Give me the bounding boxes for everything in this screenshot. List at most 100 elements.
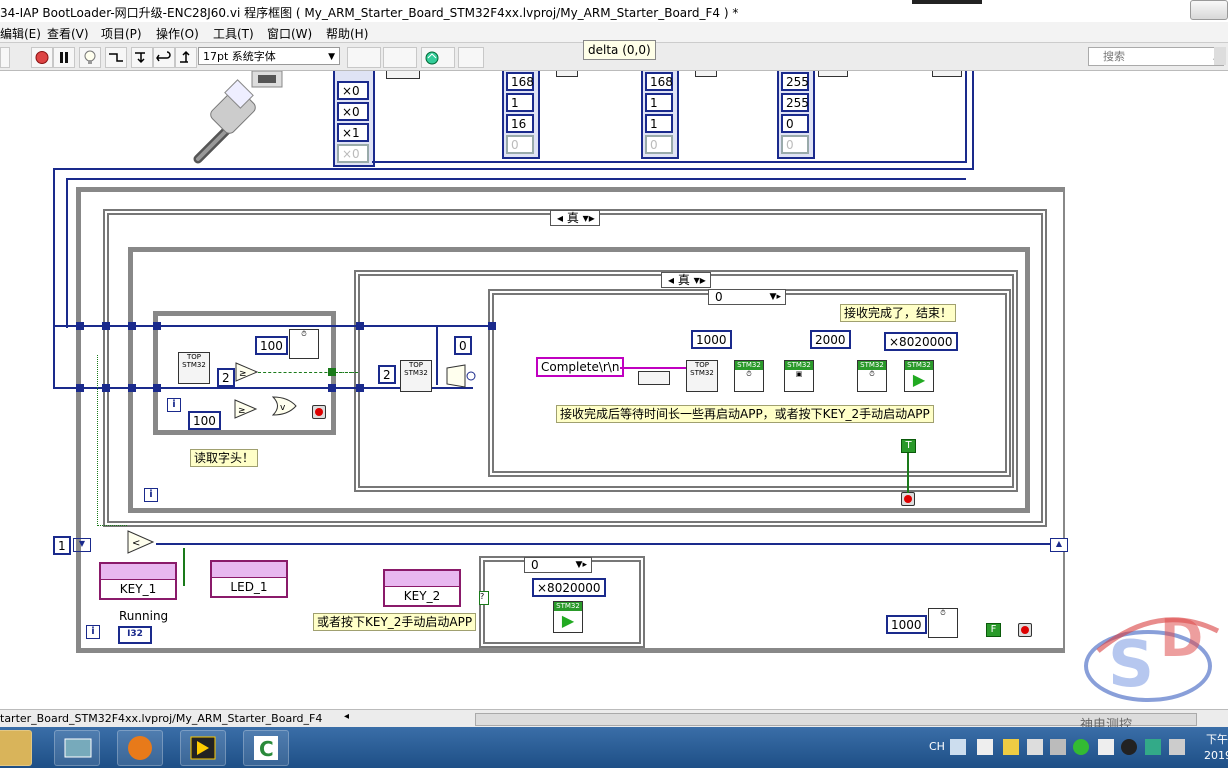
network-icon[interactable] (1050, 739, 1066, 755)
wechat-icon[interactable] (1073, 739, 1089, 755)
array-constant-4[interactable]: 255 255 0 0 (777, 71, 815, 159)
array-element[interactable]: 168 (506, 72, 534, 91)
tcp-read-node[interactable]: TOP STM32 (178, 352, 210, 384)
menu-help[interactable]: 帮助(H) (326, 25, 368, 42)
input-language[interactable]: CH (929, 740, 945, 753)
string-constant-complete[interactable]: Complete\r\n (536, 357, 625, 377)
false-constant[interactable]: F (986, 623, 1001, 637)
scroll-up-arrow-icon[interactable] (1214, 47, 1226, 65)
array-element[interactable]: 16 (506, 114, 534, 133)
constant-100[interactable]: 100 (255, 336, 288, 355)
array-element[interactable]: ×0 (337, 102, 369, 121)
array-element[interactable]: 255 (781, 72, 809, 91)
subvi-node[interactable] (818, 71, 848, 77)
tray-icon[interactable] (1003, 739, 1019, 755)
align-objects-icon[interactable] (347, 47, 381, 68)
case-selector-key2[interactable]: 0 ▼▸ (524, 557, 592, 573)
array-constant-2[interactable]: 168 1 16 0 (502, 71, 540, 159)
stm32-jump-app-node[interactable]: STM32 ▶ (553, 601, 583, 633)
array-element[interactable]: ×0 (337, 81, 369, 100)
chevron-left-icon[interactable]: ◂ (344, 711, 349, 722)
array-element[interactable]: 0 (506, 135, 534, 154)
subvi-node[interactable] (386, 71, 420, 79)
stm32-wait-node[interactable]: STM32 ⏱ (857, 360, 887, 392)
wait-ms-icon[interactable]: ⏱ (928, 608, 958, 638)
greater-equal-icon[interactable]: ≥ (235, 362, 259, 382)
array-element[interactable]: 255 (781, 93, 809, 112)
highlight-bulb-icon[interactable] (79, 47, 101, 68)
stm32-wait-node[interactable]: STM32 ⏱ (734, 360, 764, 392)
stm32-jump-app-node[interactable]: STM32 ▶ (904, 360, 934, 392)
qq-icon[interactable] (1121, 739, 1137, 755)
taskbar-camtasia-icon[interactable]: C (243, 730, 289, 766)
constant-100[interactable]: 100 (188, 411, 221, 430)
case-selector-inner[interactable]: ◂ 真 ▾▸ (661, 272, 711, 288)
string-length-node[interactable] (638, 371, 670, 385)
taskbar-pdf-icon[interactable] (117, 730, 163, 766)
stop-terminal[interactable] (1018, 623, 1032, 637)
array-constant-1[interactable]: ×0 ×0 ×1 ×0 (333, 71, 375, 167)
reorder-icon[interactable] (421, 47, 455, 68)
search-input[interactable]: 搜索⌕ (1088, 47, 1224, 66)
step-into-icon[interactable] (131, 47, 153, 68)
taskbar-folder-icon[interactable] (0, 730, 32, 766)
distribute-objects-icon[interactable] (383, 47, 417, 68)
constant-2[interactable]: 2 (217, 368, 235, 387)
stop-terminal[interactable] (901, 492, 915, 506)
constant-0[interactable]: 0 (454, 336, 472, 355)
true-constant[interactable]: T (901, 439, 916, 453)
tray-icon[interactable] (1027, 739, 1043, 755)
menu-view[interactable]: 查看(V) (47, 25, 89, 42)
menu-edit[interactable]: 编辑(E) (0, 25, 41, 42)
signal-icon[interactable] (1169, 739, 1185, 755)
tcp-read-node[interactable]: TOP STM32 (400, 360, 432, 392)
keyboard-icon[interactable] (950, 739, 966, 755)
stm32-node[interactable] (932, 71, 962, 77)
subvi-node[interactable] (556, 71, 578, 77)
less-than-icon[interactable]: < (127, 530, 155, 554)
tray-icon[interactable] (977, 739, 993, 755)
array-constant-3[interactable]: 168 1 1 0 (641, 71, 679, 159)
array-element[interactable]: 1 (645, 114, 673, 133)
case-selector-numeric[interactable]: 0 ▼▸ (708, 289, 786, 305)
taskbar-explorer-icon[interactable] (54, 730, 100, 766)
stop-terminal[interactable] (312, 405, 326, 419)
menu-operate[interactable]: 操作(O) (156, 25, 199, 42)
retain-wire-icon[interactable] (105, 47, 127, 68)
constant-1000[interactable]: 1000 (886, 615, 927, 634)
pause-icon[interactable] (53, 47, 75, 68)
stm32-close-node[interactable]: STM32 ▣ (784, 360, 814, 392)
clock-date[interactable]: 2019 (1204, 749, 1228, 762)
loop-count-constant[interactable]: 1 (53, 536, 71, 555)
clock-time[interactable]: 下午 (1206, 731, 1228, 747)
taskbar-labview-icon[interactable] (180, 730, 226, 766)
tray-icon[interactable] (1145, 739, 1161, 755)
volume-icon[interactable] (1098, 739, 1114, 755)
minimize-button[interactable] (1190, 0, 1228, 20)
tcp-write-node[interactable]: TOP STM32 (686, 360, 718, 392)
array-element[interactable]: 0 (781, 135, 809, 154)
constant-1000[interactable]: 1000 (691, 330, 732, 349)
subvi-node[interactable] (695, 71, 717, 77)
array-element[interactable]: 1 (506, 93, 534, 112)
case-selector-outer[interactable]: ◂ 真 ▾▸ (550, 210, 600, 226)
address-constant[interactable]: ×8020000 (884, 332, 958, 351)
font-select[interactable]: 17pt 系统字体 ▼ (198, 47, 340, 65)
array-element[interactable]: 168 (645, 72, 673, 91)
menu-window[interactable]: 窗口(W) (267, 25, 312, 42)
index-array-icon[interactable] (445, 364, 479, 388)
wait-ms-icon[interactable]: ⏱ (289, 329, 319, 359)
greater-equal-icon[interactable]: ≥ (234, 399, 258, 419)
or-gate-icon[interactable]: v (272, 396, 298, 416)
array-element[interactable]: 1 (645, 93, 673, 112)
array-element[interactable]: 0 (781, 114, 809, 133)
array-element[interactable]: 0 (645, 135, 673, 154)
cleanup-diagram-icon[interactable] (458, 47, 484, 68)
array-element[interactable]: ×0 (337, 144, 369, 163)
menu-tools[interactable]: 工具(T) (213, 25, 254, 42)
running-terminal[interactable]: I32 (118, 626, 152, 644)
menu-project[interactable]: 项目(P) (101, 25, 142, 42)
array-element[interactable]: ×1 (337, 123, 369, 142)
abort-icon[interactable] (31, 47, 53, 68)
step-over-icon[interactable] (153, 47, 175, 68)
